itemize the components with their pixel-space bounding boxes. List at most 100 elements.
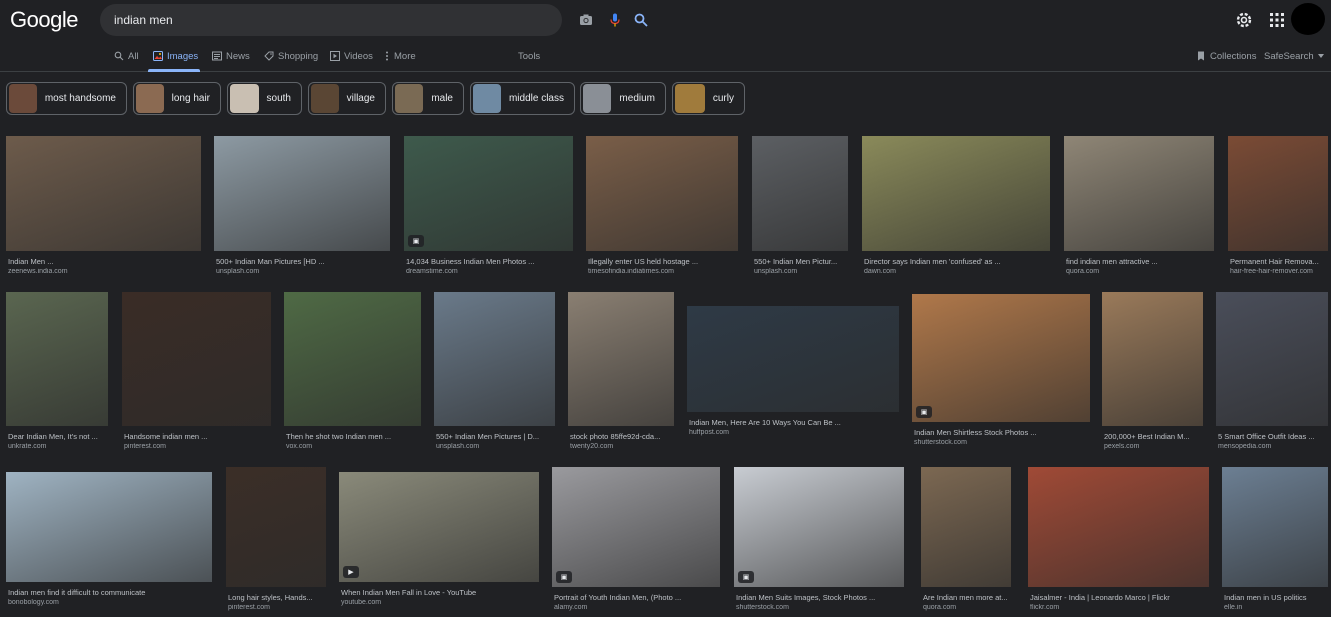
chip-curly[interactable]: curly [672,82,745,115]
image-result[interactable]: 550+ Indian Men Pictures | D... unsplash.… [434,292,555,456]
result-thumbnail[interactable] [226,467,326,587]
result-title[interactable]: stock photo 85ffe92d-cda... [570,432,674,441]
image-result[interactable]: 550+ Indian Men Pictur... unsplash.com [752,136,848,281]
result-thumbnail[interactable] [6,472,212,582]
image-result[interactable]: Dear Indian Men, It's not ... unkrate.com [6,292,108,456]
image-result[interactable]: find indian men attractive ... quora.com [1064,136,1214,281]
result-title[interactable]: Director says Indian men 'confused' as .… [864,257,1050,266]
result-title[interactable]: Dear Indian Men, It's not ... [8,432,108,441]
result-title[interactable]: Indian Men ... [8,257,201,266]
tools-button[interactable]: Tools [518,50,540,62]
result-title[interactable]: Then he shot two Indian men ... [286,432,421,441]
result-title[interactable]: Portrait of Youth Indian Men, (Photo ... [554,593,720,602]
result-title[interactable]: Indian men in US politics [1224,593,1328,602]
image-result[interactable]: ▶ When Indian Men Fall in Love - YouTube y… [339,472,539,612]
tab-images[interactable]: Images [153,50,198,62]
result-title[interactable]: 500+ Indian Man Pictures [HD ... [216,257,390,266]
image-result[interactable]: Handsome indian men ... pinterest.com [122,292,271,456]
chip-most-handsome[interactable]: most handsome [6,82,127,115]
result-title[interactable]: Permanent Hair Remova... [1230,257,1328,266]
result-thumbnail[interactable] [734,467,904,587]
image-result[interactable]: Indian men find it difficult to communic… [6,472,212,612]
result-thumbnail[interactable] [1222,467,1328,587]
image-result[interactable]: Indian Men ... zeenews.india.com [6,136,201,281]
result-thumbnail[interactable] [1064,136,1214,251]
search-input[interactable]: indian men [114,13,173,27]
image-result[interactable]: ▣ Indian Men Suits Images, Stock Photos .… [734,467,904,617]
image-result[interactable]: ▣ 14,034 Business Indian Men Photos ... dr… [404,136,573,281]
apps-grid-icon[interactable] [1270,13,1284,27]
result-thumbnail[interactable] [862,136,1050,251]
image-result[interactable]: 500+ Indian Man Pictures [HD ... unsplash… [214,136,390,281]
result-title[interactable]: Indian Men, Here Are 10 Ways You Can Be … [689,418,899,427]
image-result[interactable]: Indian Men, Here Are 10 Ways You Can Be … [687,306,899,442]
image-result[interactable]: Are Indian men more at... quora.com [921,467,1011,617]
image-result[interactable]: Then he shot two Indian men ... vox.com [284,292,421,456]
image-result[interactable]: 200,000+ Best Indian M... pexels.com [1102,292,1203,456]
tab-more[interactable]: More [384,50,416,62]
result-thumbnail[interactable] [921,467,1011,587]
result-thumbnail[interactable] [586,136,738,251]
result-title[interactable]: 200,000+ Best Indian M... [1104,432,1203,441]
result-title[interactable]: 550+ Indian Men Pictur... [754,257,848,266]
result-title[interactable]: Illegally enter US held hostage ... [588,257,738,266]
result-title[interactable]: Handsome indian men ... [124,432,271,441]
chip-long-hair[interactable]: long hair [133,82,221,115]
gear-icon[interactable] [1235,11,1253,29]
result-title[interactable]: Jaisalmer - India | Leonardo Marco | Fli… [1030,593,1209,602]
result-title[interactable]: find indian men attractive ... [1066,257,1214,266]
search-box[interactable]: indian men [100,4,648,36]
result-thumbnail[interactable] [6,136,201,251]
image-result[interactable]: Director says Indian men 'confused' as .… [862,136,1050,281]
tab-shopping[interactable]: Shopping [264,50,318,62]
image-result[interactable]: ▣ Indian Men Shirtless Stock Photos ... sh… [912,294,1090,452]
image-result[interactable]: Long hair styles, Hands... pinterest.com [226,467,326,617]
result-thumbnail[interactable] [1102,292,1203,426]
result-thumbnail[interactable] [122,292,271,426]
image-result[interactable]: Jaisalmer - India | Leonardo Marco | Fli… [1028,467,1209,617]
result-thumbnail[interactable] [434,292,555,426]
tab-news[interactable]: News [212,50,250,62]
result-thumbnail[interactable] [1028,467,1209,587]
result-title[interactable]: When Indian Men Fall in Love - YouTube [341,588,539,597]
chip-medium[interactable]: medium [580,82,666,115]
result-title[interactable]: Long hair styles, Hands... [228,593,326,602]
account-avatar[interactable] [1291,3,1325,35]
result-thumbnail[interactable] [214,136,390,251]
chip-south[interactable]: south [227,82,302,115]
image-result[interactable]: Permanent Hair Remova... hair-free-hair-r… [1228,136,1328,281]
result-thumbnail[interactable] [1228,136,1328,251]
result-title[interactable]: 550+ Indian Men Pictures | D... [436,432,555,441]
result-title[interactable]: Indian Men Suits Images, Stock Photos ..… [736,593,904,602]
image-result[interactable]: Indian men in US politics elle.in [1222,467,1328,617]
result-title[interactable]: Indian men find it difficult to communic… [8,588,212,597]
result-title[interactable]: Indian Men Shirtless Stock Photos ... [914,428,1090,437]
camera-icon[interactable] [578,12,594,28]
result-thumbnail[interactable] [404,136,573,251]
chip-male[interactable]: male [392,82,464,115]
result-title[interactable]: 5 Smart Office Outfit Ideas ... [1218,432,1328,441]
result-title[interactable]: 14,034 Business Indian Men Photos ... [406,257,573,266]
image-result[interactable]: 5 Smart Office Outfit Ideas ... mensopedi… [1216,292,1328,456]
chip-middle-class[interactable]: middle class [470,82,575,115]
result-title[interactable]: Are Indian men more at... [923,593,1011,602]
tab-all[interactable]: All [114,50,139,62]
result-thumbnail[interactable] [752,136,848,251]
result-thumbnail[interactable] [1216,292,1328,426]
result-thumbnail[interactable] [339,472,539,582]
safesearch-button[interactable]: SafeSearch [1264,50,1324,62]
image-result[interactable]: stock photo 85ffe92d-cda... twenty20.com [568,292,674,456]
result-thumbnail[interactable] [6,292,108,426]
image-result[interactable]: ▣ Portrait of Youth Indian Men, (Photo ..… [552,467,720,617]
result-thumbnail[interactable] [687,306,899,412]
result-thumbnail[interactable] [552,467,720,587]
image-result[interactable]: Illegally enter US held hostage ... times… [586,136,738,281]
search-icon[interactable] [633,12,649,28]
mic-icon[interactable] [607,12,623,28]
collections-button[interactable]: Collections [1196,50,1256,62]
tab-videos[interactable]: Videos [330,50,373,62]
result-thumbnail[interactable] [284,292,421,426]
result-thumbnail[interactable] [912,294,1090,422]
google-logo[interactable]: Google [10,7,78,33]
chip-village[interactable]: village [308,82,386,115]
